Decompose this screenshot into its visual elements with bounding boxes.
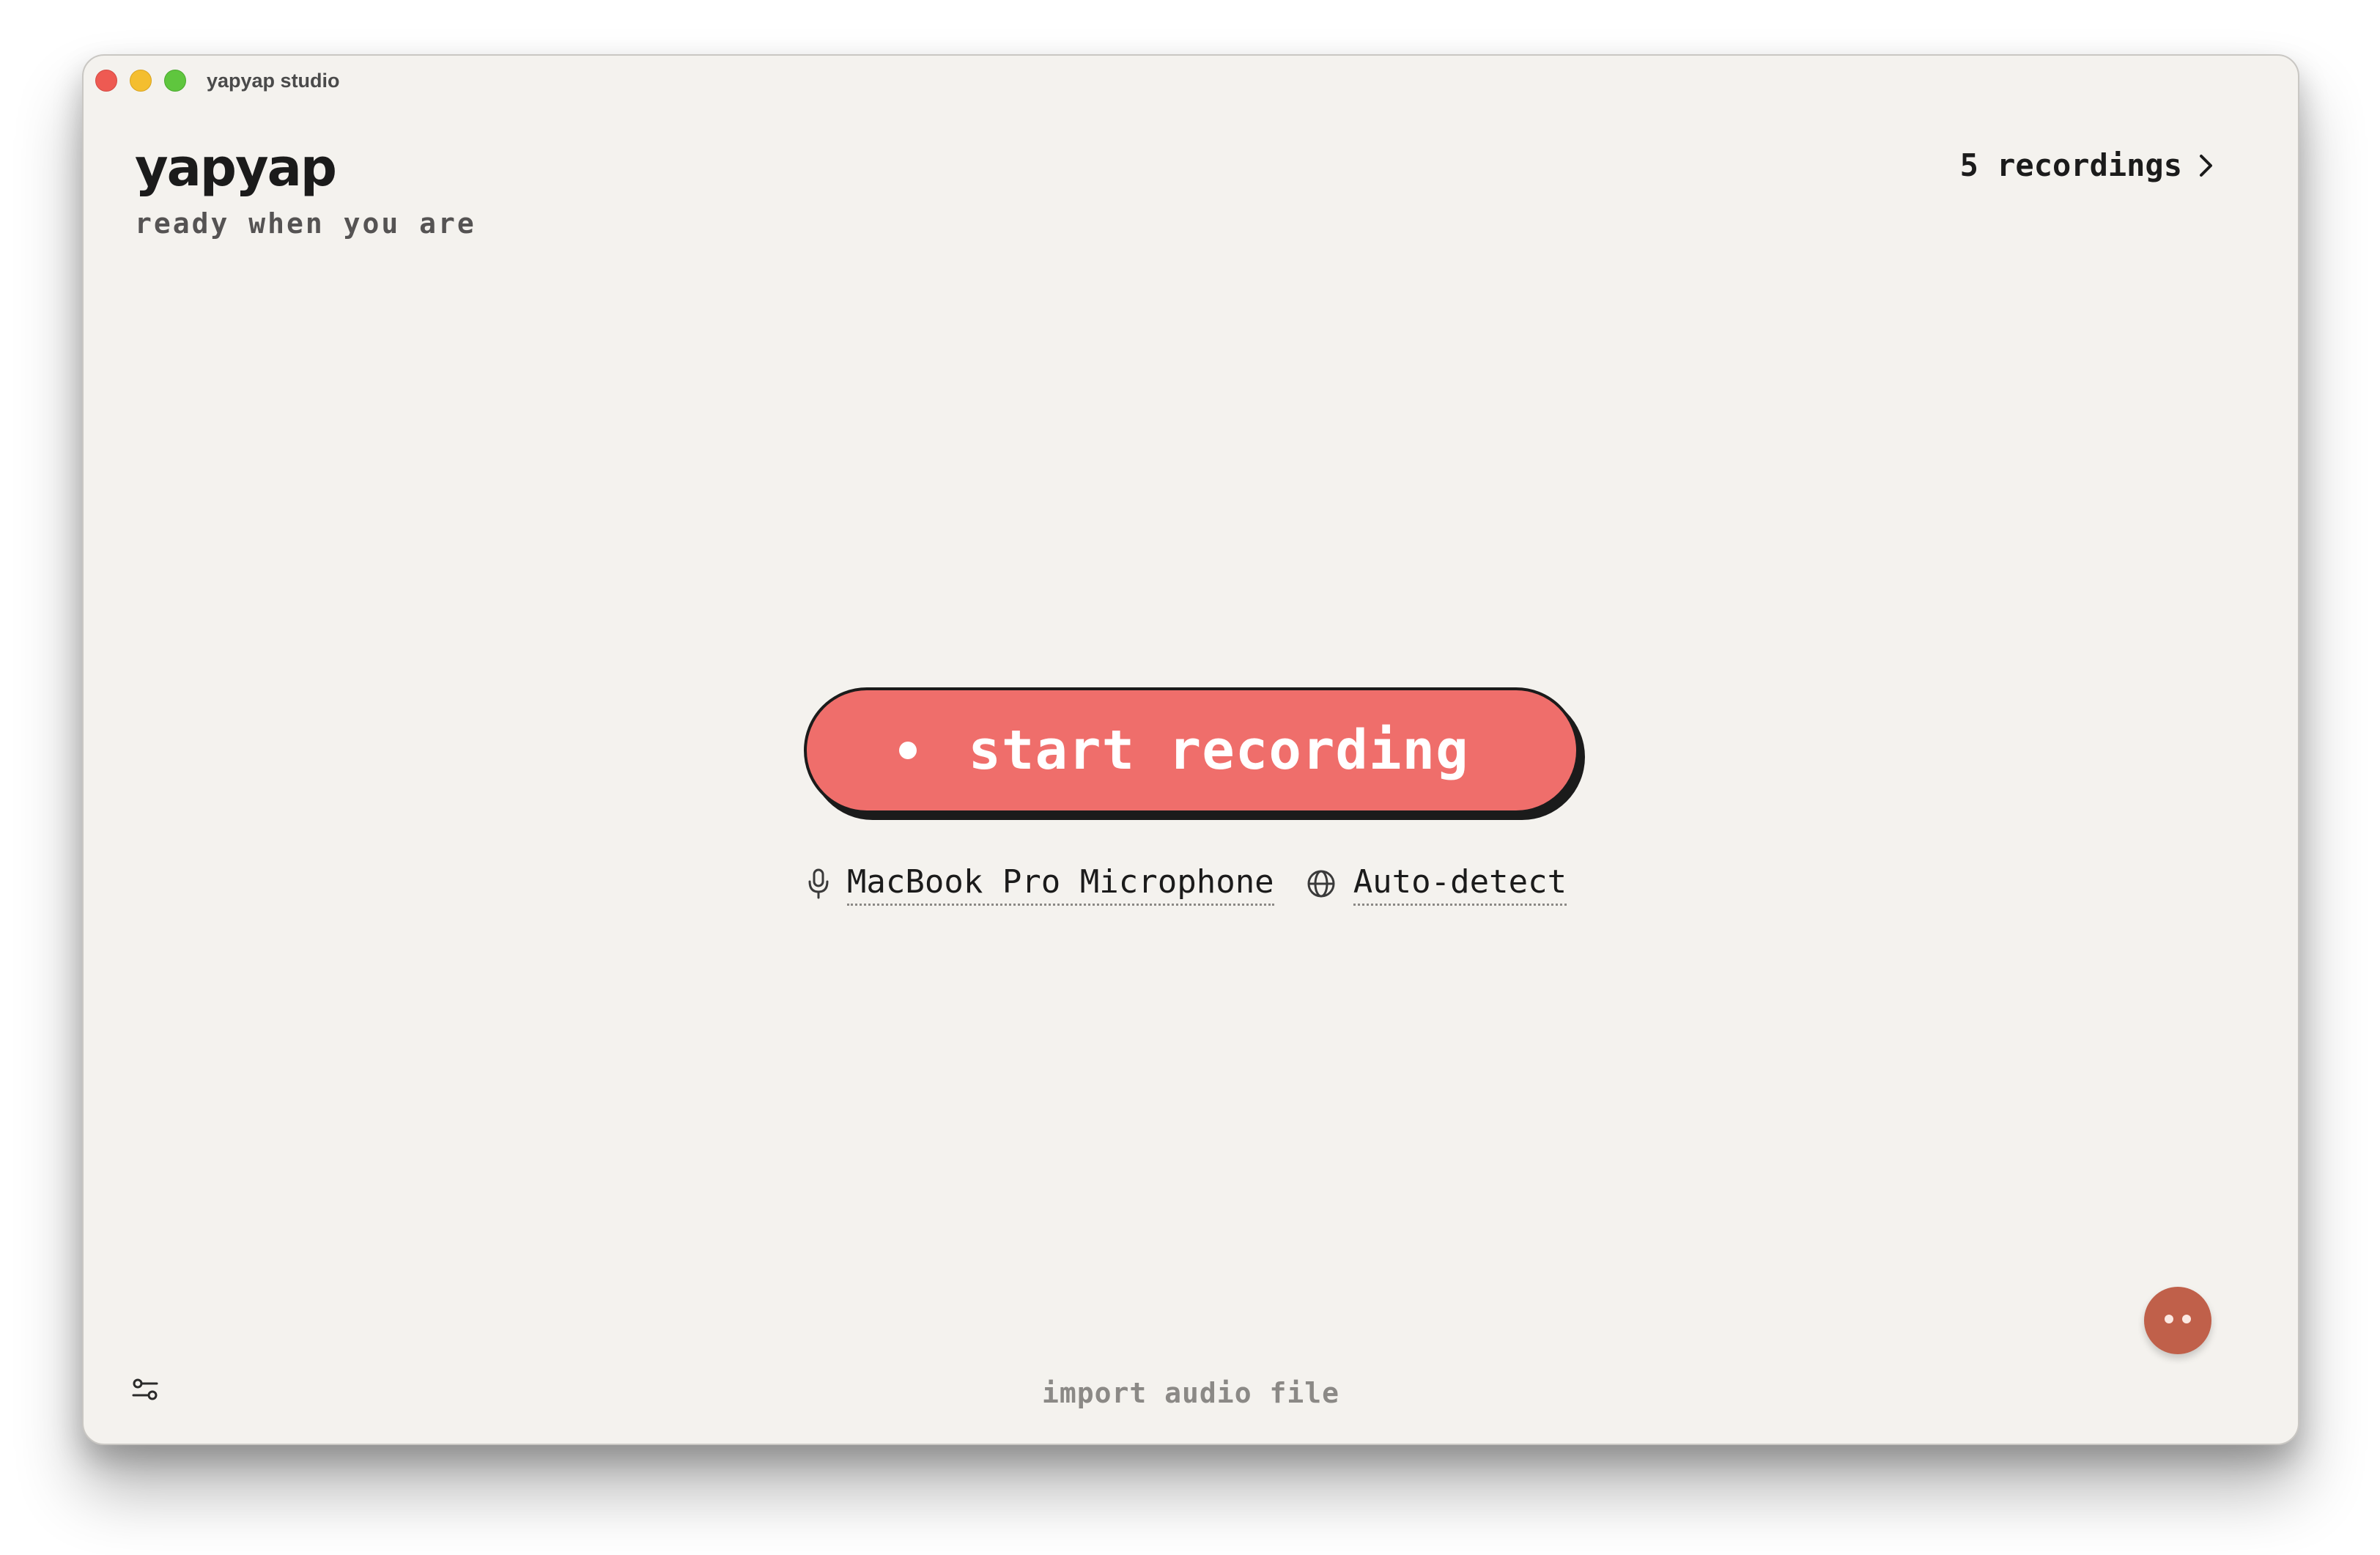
tagline: ready when you are	[135, 207, 476, 240]
zoom-window-button[interactable]	[164, 70, 186, 92]
app-window: yapyap studio yapyap ready when you are …	[82, 54, 2299, 1445]
import-audio-link[interactable]: import audio file	[84, 1375, 2298, 1411]
mascot-left-eye	[2165, 1315, 2173, 1323]
recording-options: MacBook Pro Microphone Auto-detect	[84, 854, 2298, 913]
record-dot-icon	[899, 742, 917, 759]
language-label: Auto-detect	[1353, 863, 1567, 906]
chevron-right-icon	[2198, 153, 2214, 178]
microphone-icon	[808, 868, 829, 899]
mascot-right-eye	[2182, 1315, 2191, 1323]
close-window-button[interactable]	[95, 70, 117, 92]
title-bar: yapyap studio	[84, 56, 2298, 107]
language-selector[interactable]: Auto-detect	[1307, 863, 1567, 906]
minimize-window-button[interactable]	[130, 70, 152, 92]
recordings-link[interactable]: 5 recordings	[1960, 144, 2214, 188]
start-recording-label: start recording	[968, 719, 1469, 782]
window-title: yapyap studio	[207, 70, 340, 92]
globe-icon	[1307, 869, 1336, 898]
brand-logo: yapyap	[135, 138, 337, 198]
recordings-count-label: 5 recordings	[1959, 147, 2182, 183]
start-recording-button[interactable]: start recording	[804, 687, 1579, 813]
mascot-face-icon[interactable]	[2144, 1287, 2211, 1354]
input-device-label: MacBook Pro Microphone	[846, 863, 1274, 906]
input-device-selector[interactable]: MacBook Pro Microphone	[808, 863, 1274, 906]
